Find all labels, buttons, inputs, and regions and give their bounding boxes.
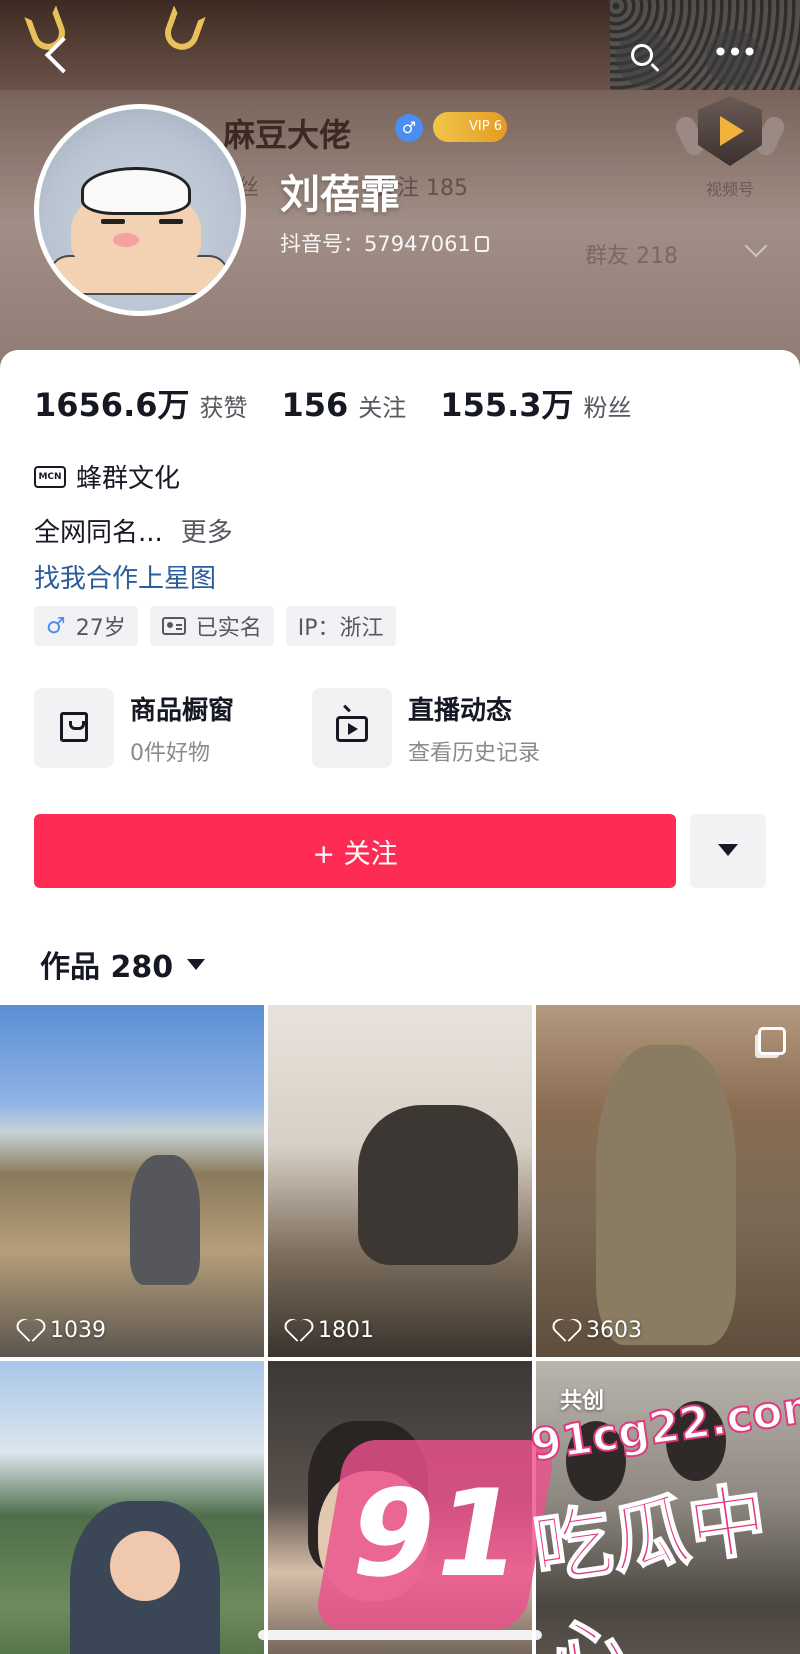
vip-badge: VIP 6 (433, 112, 507, 142)
works-label: 作品 280 (40, 950, 174, 985)
follow-button[interactable]: + 关注 (34, 814, 676, 888)
caret-down-icon (718, 844, 738, 856)
banner-group: 群友 218 (585, 244, 678, 269)
feature-shop-window[interactable]: 商品橱窗 0件好物 (34, 688, 312, 768)
banner-username: 麻豆大佬 (223, 116, 352, 154)
more-button[interactable]: ••• (706, 30, 762, 86)
profile-banner: 麻豆大佬 ♂ VIP 6 粉丝 关注 185 群友 218 视频号 刘蓓霏 抖音… (0, 0, 800, 372)
video-thumbnail[interactable]: 1039 (0, 1005, 264, 1357)
stat-likes[interactable]: 1656.6万 获赞 (34, 380, 248, 426)
search-button[interactable] (616, 30, 672, 86)
stats-row: 1656.6万 获赞 156 关注 155.3万 粉丝 (34, 380, 666, 426)
bio-more-link[interactable]: 更多 (181, 518, 233, 548)
heart-icon (286, 1320, 310, 1342)
profile-tags: ♂ 27岁 已实名 IP：浙江 (34, 606, 408, 646)
stat-fans[interactable]: 155.3万 粉丝 (440, 380, 631, 426)
feature-subtitle: 0件好物 (130, 740, 210, 766)
tv-icon (336, 716, 368, 742)
star-map-link[interactable]: 找我合作上星图 (34, 558, 216, 595)
display-name: 刘蓓霏 (280, 172, 400, 218)
verified-tag: 已实名 (149, 606, 274, 646)
watermark-logo: 91 91cg22.com 吃瓜中心 (313, 1378, 800, 1654)
caret-down-icon (187, 958, 206, 970)
copy-icon[interactable] (474, 236, 489, 252)
avatar[interactable] (34, 104, 246, 316)
bio-text: 全网同名... (34, 518, 163, 548)
male-badge-icon: ♂ (395, 114, 423, 142)
feature-live[interactable]: 直播动态 查看历史记录 (312, 688, 590, 768)
play-icon (720, 116, 744, 146)
tab-works[interactable]: 作品 280 (40, 942, 206, 986)
video-thumbnail[interactable]: 3603 (536, 1005, 800, 1357)
video-thumbnail[interactable] (0, 1361, 264, 1654)
home-indicator (258, 1630, 542, 1640)
age-tag: ♂ 27岁 (34, 606, 138, 646)
mcn-icon: MCN (34, 465, 66, 488)
search-icon (631, 44, 653, 66)
feature-title: 直播动态 (408, 695, 513, 726)
mcn-name: 蜂群文化 (76, 464, 181, 494)
feature-row: 商品橱窗 0件好物 直播动态 查看历史记录 (34, 688, 590, 768)
mcn-row[interactable]: MCN 蜂群文化 (34, 458, 180, 495)
video-thumbnail[interactable]: 1801 (268, 1005, 532, 1357)
multi-image-icon (758, 1027, 786, 1055)
stat-following[interactable]: 156 关注 (282, 386, 407, 424)
like-count: 3603 (554, 1318, 642, 1343)
id-card-icon (161, 617, 186, 635)
channel-label: 视频号 (705, 180, 754, 199)
like-count: 1801 (286, 1318, 374, 1343)
male-icon: ♂ (46, 613, 66, 639)
feature-title: 商品橱窗 (130, 695, 235, 726)
douyin-id[interactable]: 抖音号：57947061 (280, 228, 489, 258)
feature-subtitle: 查看历史记录 (408, 740, 541, 766)
heart-icon (554, 1320, 578, 1342)
ip-tag: IP：浙江 (285, 606, 396, 646)
channel-badge[interactable]: 视频号 (672, 96, 788, 206)
heart-icon (18, 1320, 42, 1342)
like-count: 1039 (18, 1318, 106, 1343)
shopping-bag-icon (60, 712, 88, 742)
follow-options-button[interactable] (690, 814, 766, 888)
bio: 全网同名... 更多 (34, 512, 233, 549)
